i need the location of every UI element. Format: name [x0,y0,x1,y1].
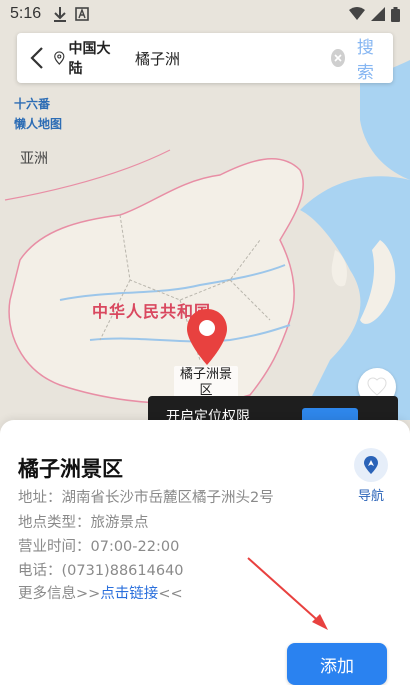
battery-icon [391,6,400,22]
type-text: 地点类型：旅游景点 [18,515,149,531]
phone-text: 电话：(0731)88614640 [18,563,184,579]
navigate-label: 导航 [357,489,384,504]
back-button[interactable] [29,43,46,73]
place-title: 橘子洲景区 [18,457,123,481]
map-logo-line1: 十六番 [14,97,51,111]
more-suffix: << [158,586,183,602]
signal-icon [371,7,385,21]
back-arrow-icon [30,47,44,69]
more-link[interactable]: 点击链接 [100,586,158,602]
navigate-button[interactable]: 导航 [350,448,392,504]
more-prefix: 更多信息>> [18,586,101,602]
download-icon [54,7,67,22]
app-icon [75,7,89,21]
status-bar: 5:16 [0,0,410,28]
location-pin-icon [54,51,65,65]
continent-label: 亚洲 [20,150,48,166]
address-text: 地址：湖南省长沙市岳麓区橘子洲头2号 [18,490,274,506]
wifi-icon [349,7,365,20]
more-info: 更多信息>>点击链接<< [18,582,183,603]
map-logo-line2: 懒人地图 [14,117,63,131]
add-button[interactable]: 添加 [287,643,387,685]
place-detail-sheet: 橘子洲景区 导航 地址：湖南省长沙市岳麓区橘子洲头2号 地点类型：旅游景点 营业… [0,420,410,685]
search-input[interactable] [132,48,331,68]
region-label: 中国大陆 [68,41,111,77]
clear-icon [334,54,342,62]
search-bar: 中国大陆 搜索 [17,33,393,83]
navigate-icon [364,456,378,474]
map-pin-icon[interactable] [185,307,229,367]
hours-text: 营业时间：07:00-22:00 [18,539,180,555]
pin-label: 橘子洲景区 [174,366,238,398]
status-time: 5:16 [10,5,42,22]
search-button[interactable]: 搜索 [357,33,383,83]
clear-button[interactable] [330,49,345,67]
region-selector[interactable]: 中国大陆 [54,38,111,78]
